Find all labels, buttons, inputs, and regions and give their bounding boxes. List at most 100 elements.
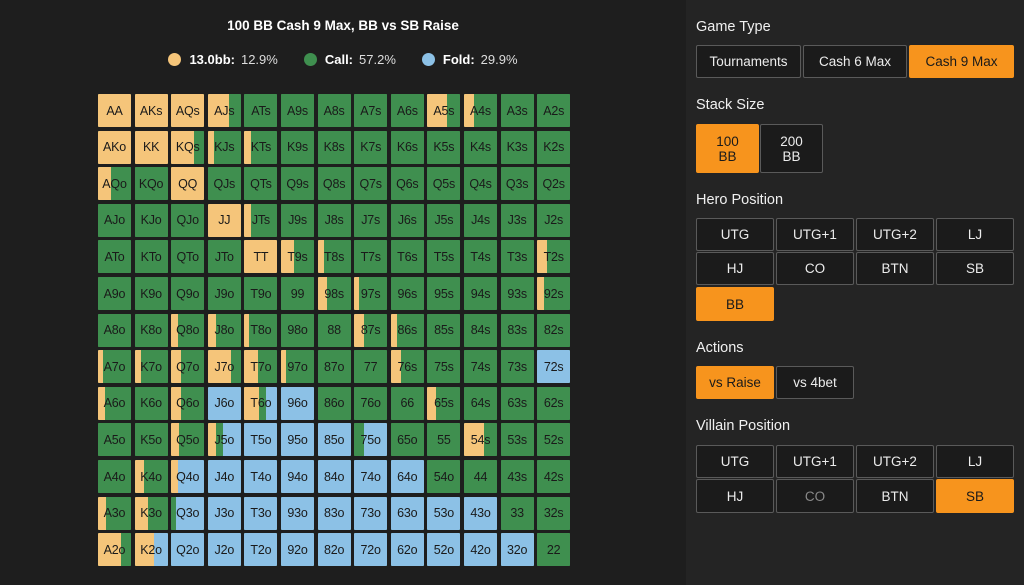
hero-lj-button[interactable]: LJ: [936, 218, 1014, 251]
hand-cell-86o[interactable]: 86o: [317, 386, 351, 420]
hand-cell-54s[interactable]: 54s: [464, 423, 497, 457]
hand-cell-KK[interactable]: KK: [134, 130, 168, 164]
hand-cell-88[interactable]: 88: [317, 313, 351, 347]
hand-cell-K4s[interactable]: K4s: [464, 130, 497, 164]
hand-cell-K9o[interactable]: K9o: [134, 277, 168, 310]
hand-cell-32o[interactable]: 32o: [500, 533, 534, 567]
hero-co-button[interactable]: CO: [776, 252, 854, 285]
stack-100-bb-button[interactable]: 100 BB: [696, 124, 759, 173]
hand-cell-55[interactable]: 55: [427, 423, 461, 457]
hand-cell-76s[interactable]: 76s: [390, 350, 424, 384]
hand-cell-J4s[interactable]: J4s: [464, 203, 497, 237]
villain-utg-plus1-button[interactable]: UTG+1: [776, 445, 854, 478]
hand-cell-98o[interactable]: 98o: [281, 313, 314, 347]
hand-cell-K8o[interactable]: K8o: [134, 313, 168, 347]
hand-cell-Q6o[interactable]: Q6o: [171, 386, 205, 420]
hand-cell-K5o[interactable]: K5o: [134, 423, 168, 457]
hand-cell-AQo[interactable]: AQo: [98, 167, 131, 201]
hand-cell-Q5s[interactable]: Q5s: [427, 167, 461, 201]
hand-cell-J7s[interactable]: J7s: [354, 203, 388, 237]
hand-cell-43s[interactable]: 43s: [500, 460, 534, 493]
hand-cell-ATo[interactable]: ATo: [98, 240, 131, 274]
hand-cell-J5s[interactable]: J5s: [427, 203, 461, 237]
hand-cell-J9o[interactable]: J9o: [207, 277, 241, 310]
hand-cell-T7s[interactable]: T7s: [354, 240, 388, 274]
villain-utg-button[interactable]: UTG: [696, 445, 774, 478]
hand-cell-AJo[interactable]: AJo: [98, 203, 131, 237]
hand-cell-Q6s[interactable]: Q6s: [390, 167, 424, 201]
hand-cell-J7o[interactable]: J7o: [207, 350, 241, 384]
hand-cell-A5s[interactable]: A5s: [427, 94, 461, 127]
hand-cell-ATs[interactable]: ATs: [244, 94, 278, 127]
hand-cell-J6o[interactable]: J6o: [207, 386, 241, 420]
hand-cell-K3s[interactable]: K3s: [500, 130, 534, 164]
hand-cell-86s[interactable]: 86s: [390, 313, 424, 347]
hand-cell-J3o[interactable]: J3o: [207, 496, 241, 530]
hero-utg-plus1-button[interactable]: UTG+1: [776, 218, 854, 251]
hand-cell-T4s[interactable]: T4s: [464, 240, 497, 274]
hand-cell-T9s[interactable]: T9s: [281, 240, 314, 274]
hand-cell-JJ[interactable]: JJ: [207, 203, 241, 237]
hand-cell-75s[interactable]: 75s: [427, 350, 461, 384]
villain-lj-button[interactable]: LJ: [936, 445, 1014, 478]
hand-cell-95s[interactable]: 95s: [427, 277, 461, 310]
hand-cell-97o[interactable]: 97o: [281, 350, 314, 384]
hand-cell-KJs[interactable]: KJs: [207, 130, 241, 164]
hand-cell-AKo[interactable]: AKo: [98, 130, 131, 164]
hand-cell-98s[interactable]: 98s: [317, 277, 351, 310]
hand-cell-QQ[interactable]: QQ: [171, 167, 205, 201]
villain-btn-button[interactable]: BTN: [856, 479, 934, 513]
hand-cell-A8s[interactable]: A8s: [317, 94, 351, 127]
hand-cell-66[interactable]: 66: [390, 386, 424, 420]
hand-cell-42s[interactable]: 42s: [537, 460, 571, 493]
hand-cell-T8o[interactable]: T8o: [244, 313, 278, 347]
hand-cell-84s[interactable]: 84s: [464, 313, 497, 347]
hand-cell-92s[interactable]: 92s: [537, 277, 571, 310]
hand-cell-JTo[interactable]: JTo: [207, 240, 241, 274]
hand-cell-KQo[interactable]: KQo: [134, 167, 168, 201]
hand-cell-AKs[interactable]: AKs: [134, 94, 168, 127]
hand-cell-A4o[interactable]: A4o: [98, 460, 131, 493]
hero-utg-button[interactable]: UTG: [696, 218, 774, 251]
hand-cell-A3o[interactable]: A3o: [98, 496, 131, 530]
hand-cell-J8s[interactable]: J8s: [317, 203, 351, 237]
hand-cell-Q2o[interactable]: Q2o: [171, 533, 205, 567]
hand-cell-94o[interactable]: 94o: [281, 460, 314, 493]
hero-btn-button[interactable]: BTN: [856, 252, 934, 285]
hand-cell-96o[interactable]: 96o: [281, 386, 314, 420]
hand-cell-KQs[interactable]: KQs: [171, 130, 205, 164]
hand-cell-K7o[interactable]: K7o: [134, 350, 168, 384]
hand-cell-93s[interactable]: 93s: [500, 277, 534, 310]
hand-cell-J3s[interactable]: J3s: [500, 203, 534, 237]
hand-cell-64s[interactable]: 64s: [464, 386, 497, 420]
hand-cell-73o[interactable]: 73o: [354, 496, 388, 530]
hand-cell-43o[interactable]: 43o: [464, 496, 497, 530]
hand-cell-TT[interactable]: TT: [244, 240, 278, 274]
hand-cell-JTs[interactable]: JTs: [244, 203, 278, 237]
hand-cell-52s[interactable]: 52s: [537, 423, 571, 457]
hand-cell-99[interactable]: 99: [281, 277, 314, 310]
hand-cell-Q8o[interactable]: Q8o: [171, 313, 205, 347]
hand-cell-97s[interactable]: 97s: [354, 277, 388, 310]
hand-cell-K2s[interactable]: K2s: [537, 130, 571, 164]
hand-cell-73s[interactable]: 73s: [500, 350, 534, 384]
action-vs-4bet-button[interactable]: vs 4bet: [776, 366, 854, 399]
hand-cell-QTs[interactable]: QTs: [244, 167, 278, 201]
hand-cell-65s[interactable]: 65s: [427, 386, 461, 420]
hand-cell-A9o[interactable]: A9o: [98, 277, 131, 310]
hand-cell-82o[interactable]: 82o: [317, 533, 351, 567]
hand-cell-53s[interactable]: 53s: [500, 423, 534, 457]
hand-cell-K2o[interactable]: K2o: [134, 533, 168, 567]
hand-cell-64o[interactable]: 64o: [390, 460, 424, 493]
hand-cell-A3s[interactable]: A3s: [500, 94, 534, 127]
hand-cell-KJo[interactable]: KJo: [134, 203, 168, 237]
hand-cell-A2s[interactable]: A2s: [537, 94, 571, 127]
hand-cell-Q5o[interactable]: Q5o: [171, 423, 205, 457]
hand-cell-A9s[interactable]: A9s: [281, 94, 314, 127]
hand-cell-J2o[interactable]: J2o: [207, 533, 241, 567]
hand-cell-AA[interactable]: AA: [98, 94, 131, 127]
hand-cell-75o[interactable]: 75o: [354, 423, 388, 457]
villain-co-button[interactable]: CO: [776, 479, 854, 513]
hand-cell-QJs[interactable]: QJs: [207, 167, 241, 201]
hand-cell-T2o[interactable]: T2o: [244, 533, 278, 567]
